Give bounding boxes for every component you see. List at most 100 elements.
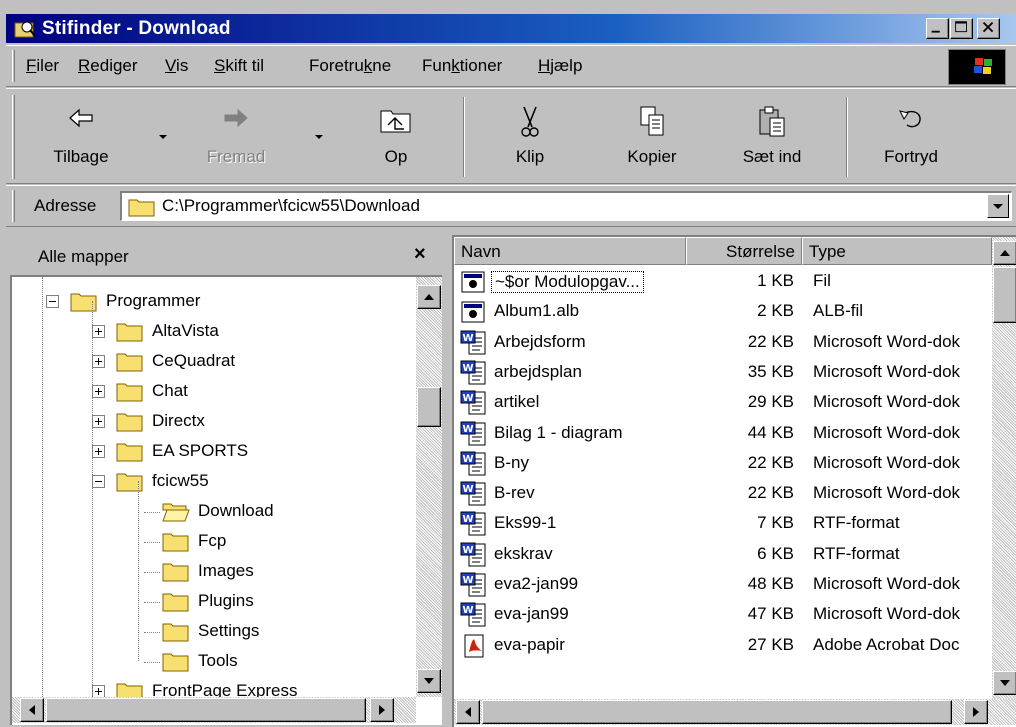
file-row[interactable]: eva-papir 27 KB Adobe Acrobat Doc (454, 631, 994, 661)
scroll-thumb[interactable] (417, 387, 441, 427)
menu-rediger[interactable]: Rediger (78, 56, 138, 76)
file-name: artikel (494, 392, 540, 412)
collapse-minus-icon[interactable] (46, 295, 59, 308)
scroll-up-button[interactable] (993, 241, 1016, 265)
scroll-down-button[interactable] (993, 671, 1016, 695)
scroll-thumb[interactable] (482, 700, 952, 724)
file-name: arbejdsplan (494, 361, 582, 381)
folder-icon (162, 593, 189, 612)
copy-button[interactable]: Kopier (602, 99, 702, 179)
file-row[interactable]: Weva-jan99 47 KB Microsoft Word-dok (454, 600, 994, 630)
tree-item[interactable]: Directx (12, 407, 412, 437)
forward-history-dropdown[interactable] (315, 135, 323, 139)
address-input[interactable]: C:\Programmer\fcicw55\Download (162, 196, 420, 216)
folder-pane-header: Alle mapper × (6, 235, 444, 273)
folder-tree[interactable]: Programmer AltaVista CeQuadrat Chat Directx E… (10, 275, 442, 725)
file-size: 29 KB (747, 392, 794, 412)
maximize-button[interactable] (950, 18, 973, 39)
tree-item[interactable]: Download (12, 497, 412, 527)
file-row[interactable]: Warbejdsplan 35 KB Microsoft Word-dok (454, 358, 994, 388)
file-row[interactable]: Wartikel 29 KB Microsoft Word-dok (454, 388, 994, 418)
scroll-left-button[interactable] (20, 698, 44, 722)
menu-hjaelp[interactable]: Hjælp (538, 56, 582, 76)
word-document-icon: W (460, 421, 486, 445)
tree-item[interactable]: Images (12, 557, 412, 587)
file-row[interactable]: W Eks99-1 7 KB RTF-format (454, 509, 994, 539)
scroll-up-button[interactable] (417, 285, 441, 309)
title-bar[interactable]: Stifinder - Download (6, 14, 1016, 43)
folder-icon (116, 323, 143, 342)
paste-button[interactable]: Sæt ind (722, 99, 822, 179)
file-row[interactable]: W Arbejdsform 22 KB Microsoft Word-dok (454, 328, 994, 358)
toolbar-grip[interactable] (12, 95, 15, 179)
file-row[interactable]: W Bilag 1 - diagram 44 KB Microsoft Word-do… (454, 419, 994, 449)
address-combobox[interactable]: C:\Programmer\fcicw55\Download (120, 191, 1012, 221)
folder-icon (116, 383, 143, 402)
close-button[interactable] (977, 18, 1000, 39)
scroll-right-button[interactable] (370, 698, 394, 722)
svg-text:W: W (463, 514, 474, 525)
folder-tree-hscrollbar[interactable] (12, 697, 416, 723)
file-type: Microsoft Word-dok (813, 422, 961, 442)
file-list-view[interactable]: Navn Størrelse Type ~$or Modulopgav... 1 … (452, 235, 1016, 727)
file-name: Arbejdsform (494, 331, 586, 351)
tree-item[interactable]: Tools (12, 647, 412, 677)
back-history-dropdown[interactable] (159, 135, 167, 139)
menubar-grip[interactable] (12, 50, 15, 82)
menu-filer[interactable]: Filer (26, 56, 59, 76)
tree-item[interactable]: Programmer (12, 287, 412, 317)
up-button[interactable]: Op (346, 99, 446, 179)
tree-item[interactable]: Plugins (12, 587, 412, 617)
file-row[interactable]: Wekskrav 6 KB RTF-format (454, 540, 994, 570)
folder-pane-title: Alle mapper (38, 247, 129, 266)
menu-vis[interactable]: Vis (165, 56, 188, 76)
menu-foretrukne[interactable]: Foretrukne (309, 56, 391, 76)
file-type: Fil (813, 271, 831, 290)
file-row[interactable]: Album1.alb 2 KB ALB-fil (454, 297, 994, 327)
column-header-size[interactable]: Størrelse (686, 237, 802, 265)
column-header-name[interactable]: Navn (454, 237, 686, 265)
scroll-right-button[interactable] (964, 700, 988, 724)
pane-splitter[interactable] (444, 235, 452, 727)
file-row[interactable]: W B-rev 22 KB Microsoft Word-dok (454, 479, 994, 509)
file-type: Microsoft Word-dok (813, 452, 961, 472)
undo-button[interactable]: Fortryd (856, 99, 966, 179)
expand-plus-icon[interactable] (92, 355, 105, 368)
forward-button[interactable]: Fremad (186, 99, 286, 179)
tree-item[interactable]: fcicw55 (12, 467, 412, 497)
scroll-thumb[interactable] (46, 698, 366, 722)
menu-skift-til[interactable]: Skift til (214, 56, 264, 76)
addressbar-grip[interactable] (12, 190, 15, 222)
file-row[interactable]: ~$or Modulopgav... 1 KB Fil (454, 267, 994, 297)
folder-tree-vscrollbar[interactable] (416, 277, 442, 697)
scroll-thumb[interactable] (993, 267, 1016, 323)
back-button[interactable]: Tilbage (36, 99, 126, 179)
column-header-type[interactable]: Type (802, 237, 992, 265)
file-list-vscrollbar[interactable] (992, 237, 1016, 699)
tree-item[interactable]: CeQuadrat (12, 347, 412, 377)
scroll-left-button[interactable] (456, 700, 480, 724)
expand-plus-icon[interactable] (92, 385, 105, 398)
address-dropdown-button[interactable] (987, 194, 1009, 218)
expand-plus-icon[interactable] (92, 325, 105, 338)
collapse-minus-icon[interactable] (92, 475, 105, 488)
folder-pane-close-button[interactable]: × (414, 243, 426, 266)
file-type: Microsoft Word-dok (813, 483, 961, 503)
expand-plus-icon[interactable] (92, 415, 105, 428)
file-list-hscrollbar[interactable] (454, 699, 1016, 725)
tree-item[interactable]: Settings (12, 617, 412, 647)
file-size: 27 KB (747, 634, 794, 654)
tree-connector (144, 662, 160, 663)
cut-button[interactable]: Klip (490, 99, 570, 179)
scroll-down-button[interactable] (417, 669, 441, 693)
menu-funktioner[interactable]: Funktioner (422, 56, 502, 76)
minimize-button[interactable] (926, 18, 949, 39)
tree-item[interactable]: Fcp (12, 527, 412, 557)
back-arrow-icon (69, 108, 93, 128)
tree-item[interactable]: AltaVista (12, 317, 412, 347)
file-row[interactable]: W B-ny 22 KB Microsoft Word-dok (454, 449, 994, 479)
tree-item[interactable]: Chat (12, 377, 412, 407)
file-row[interactable]: Weva2-jan99 48 KB Microsoft Word-dok (454, 570, 994, 600)
tree-item[interactable]: EA SPORTS (12, 437, 412, 467)
expand-plus-icon[interactable] (92, 445, 105, 458)
